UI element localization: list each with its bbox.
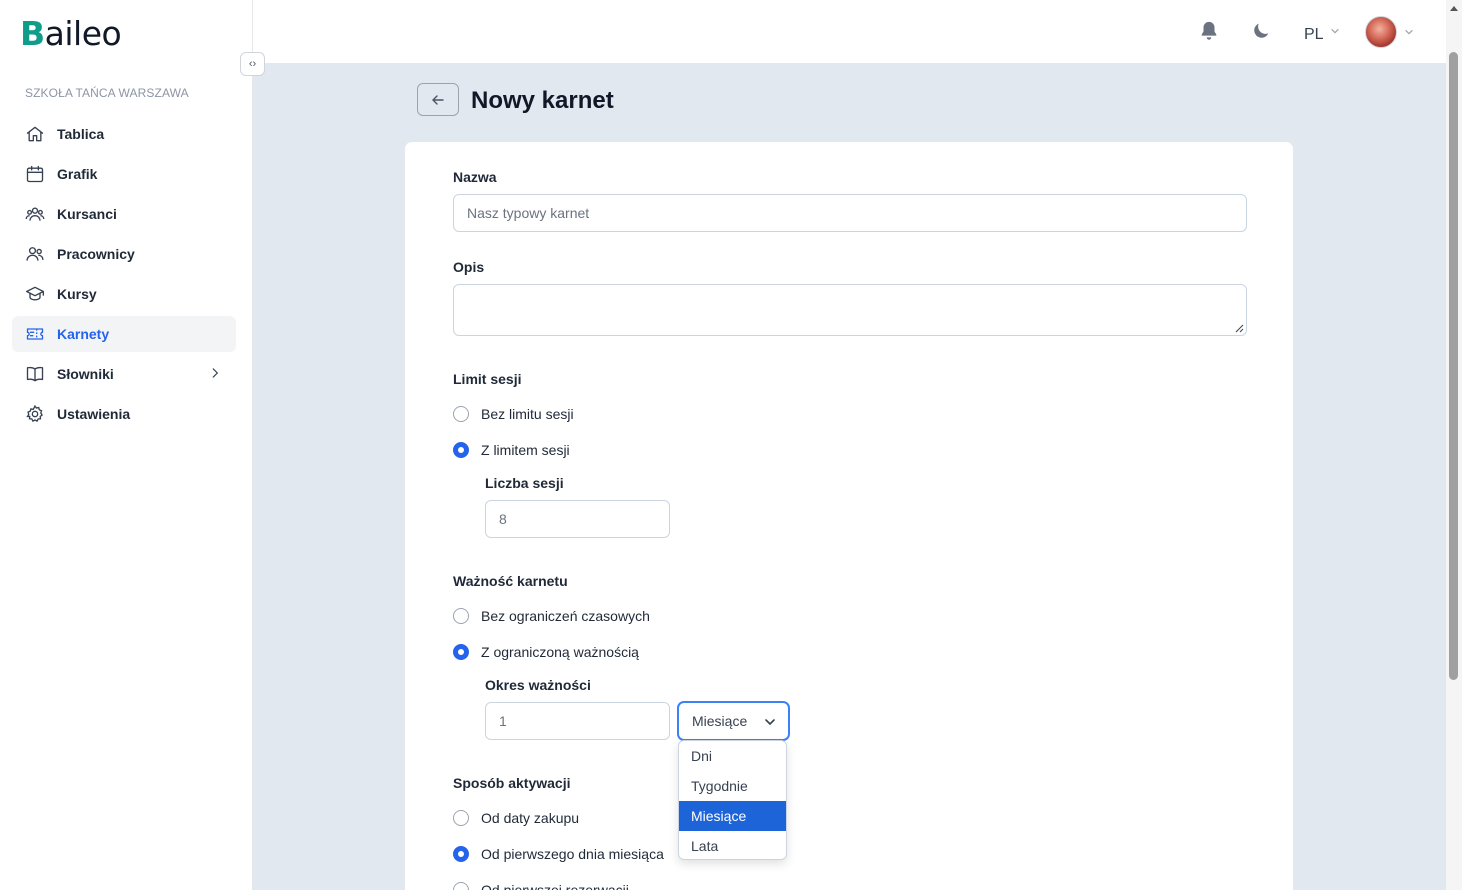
- option-tygodnie[interactable]: Tygodnie: [679, 771, 786, 801]
- radio-label: Od daty zakupu: [481, 810, 580, 826]
- main-content: Nowy karnet Nazwa Nasz typowy karnet Opi…: [253, 63, 1446, 890]
- sidebar-item-slowniki[interactable]: Słowniki: [12, 356, 236, 392]
- employees-icon: [26, 247, 44, 261]
- avatar[interactable]: [1365, 16, 1397, 48]
- sidebar-item-grafik[interactable]: Grafik: [12, 156, 236, 192]
- page-title: Nowy karnet: [471, 87, 614, 114]
- students-icon: [25, 207, 45, 221]
- arrow-left-icon: [432, 95, 444, 105]
- chevron-down-icon[interactable]: [1404, 27, 1414, 37]
- radio-button[interactable]: [453, 810, 469, 826]
- back-button[interactable]: [417, 83, 459, 116]
- name-label: Nazwa: [453, 169, 497, 185]
- radio-button[interactable]: [453, 846, 469, 862]
- validity-label: Ważność karnetu: [453, 573, 568, 589]
- language-selector[interactable]: PL: [1304, 26, 1324, 44]
- home-icon: [26, 126, 44, 142]
- session-count-label: Liczba sesji: [485, 475, 564, 491]
- sidebar-item-label: Kursanci: [57, 206, 117, 222]
- radio-button[interactable]: [453, 608, 469, 624]
- sidebar-item-label: Pracownicy: [57, 246, 135, 262]
- radio-no-session-limit[interactable]: Bez limitu sesji: [453, 406, 574, 422]
- radio-button[interactable]: [453, 644, 469, 660]
- sidebar-item-label: Słowniki: [57, 366, 114, 382]
- book-icon: [26, 366, 44, 382]
- option-miesiace[interactable]: Miesiące: [679, 801, 786, 831]
- radio-with-session-limit[interactable]: Z limitem sesji: [453, 442, 570, 458]
- radio-label: Od pierwszej rezerwacji: [481, 882, 629, 890]
- validity-period-field[interactable]: 1: [485, 702, 670, 740]
- validity-unit-dropdown: Dni Tygodnie Miesiące Lata: [678, 740, 787, 860]
- ticket-icon: [26, 328, 44, 340]
- radio-label: Bez limitu sesji: [481, 406, 574, 422]
- radio-from-first-booking[interactable]: Od pierwszej rezerwacji: [453, 882, 629, 890]
- session-count-field[interactable]: 8: [485, 500, 670, 538]
- validity-unit-select[interactable]: Miesiące: [678, 702, 789, 740]
- sidebar-item-label: Tablica: [57, 126, 105, 142]
- radio-label: Bez ograniczeń czasowych: [481, 608, 650, 624]
- session-limit-label: Limit sesji: [453, 371, 522, 387]
- description-label: Opis: [453, 259, 485, 275]
- radio-no-time-limit[interactable]: Bez ograniczeń czasowych: [453, 608, 650, 624]
- graduation-cap-icon: [26, 286, 44, 301]
- logo[interactable]: Baileo: [20, 14, 122, 53]
- radio-button[interactable]: [453, 442, 469, 458]
- calendar-icon: [26, 165, 44, 183]
- sidebar-item-label: Grafik: [57, 166, 98, 182]
- name-field[interactable]: Nasz typowy karnet: [453, 194, 1247, 232]
- sidebar-item-ustawienia[interactable]: Ustawienia: [12, 396, 236, 432]
- gear-icon: [26, 404, 43, 422]
- resize-handle-icon[interactable]: [1235, 324, 1244, 333]
- organization-name: SZKOŁA TAŃCA WARSZAWA: [25, 86, 189, 100]
- chevron-down-icon[interactable]: [1330, 26, 1340, 36]
- radio-from-month-start[interactable]: Od pierwszego dnia miesiąca: [453, 846, 664, 862]
- radio-button[interactable]: [453, 406, 469, 422]
- form-card: Nazwa Nasz typowy karnet Opis Limit sesj…: [404, 141, 1294, 890]
- radio-limited-validity[interactable]: Z ograniczoną ważnością: [453, 644, 639, 660]
- sidebar-item-label: Ustawienia: [57, 406, 131, 422]
- validity-period-label: Okres ważności: [485, 677, 591, 693]
- radio-label: Z ograniczoną ważnością: [481, 644, 639, 660]
- sidebar-collapse-button[interactable]: ‹›: [240, 52, 265, 76]
- activation-label: Sposób aktywacji: [453, 775, 571, 791]
- sidebar-item-karnety[interactable]: Karnety: [12, 316, 236, 352]
- scrollbar[interactable]: [1446, 0, 1462, 890]
- scroll-up-arrow-icon[interactable]: [1450, 6, 1458, 11]
- sidebar-item-tablica[interactable]: Tablica: [12, 116, 236, 152]
- sidebar-item-label: Karnety: [57, 326, 110, 342]
- chevron-down-icon: [765, 719, 775, 726]
- chevron-right-icon: [212, 368, 219, 378]
- sidebar-item-label: Kursy: [57, 286, 97, 302]
- select-value: Miesiące: [692, 713, 748, 729]
- radio-from-purchase[interactable]: Od daty zakupu: [453, 810, 579, 826]
- description-field[interactable]: [453, 284, 1247, 336]
- sidebar-nav: Tablica Grafik Kursanci Pracownicy Kursy…: [12, 116, 236, 436]
- option-dni[interactable]: Dni: [679, 741, 786, 771]
- moon-icon[interactable]: [1250, 20, 1272, 42]
- option-lata[interactable]: Lata: [679, 831, 786, 859]
- radio-label: Od pierwszego dnia miesiąca: [481, 846, 664, 862]
- sidebar: Baileo SZKOŁA TAŃCA WARSZAWA Tablica Gra…: [0, 0, 253, 890]
- sidebar-item-kursy[interactable]: Kursy: [12, 276, 236, 312]
- sidebar-item-kursanci[interactable]: Kursanci: [12, 196, 236, 232]
- radio-button[interactable]: [453, 882, 469, 890]
- scrollbar-thumb[interactable]: [1449, 52, 1458, 680]
- bell-icon[interactable]: [1198, 20, 1220, 42]
- radio-label: Z limitem sesji: [481, 442, 570, 458]
- sidebar-item-pracownicy[interactable]: Pracownicy: [12, 236, 236, 272]
